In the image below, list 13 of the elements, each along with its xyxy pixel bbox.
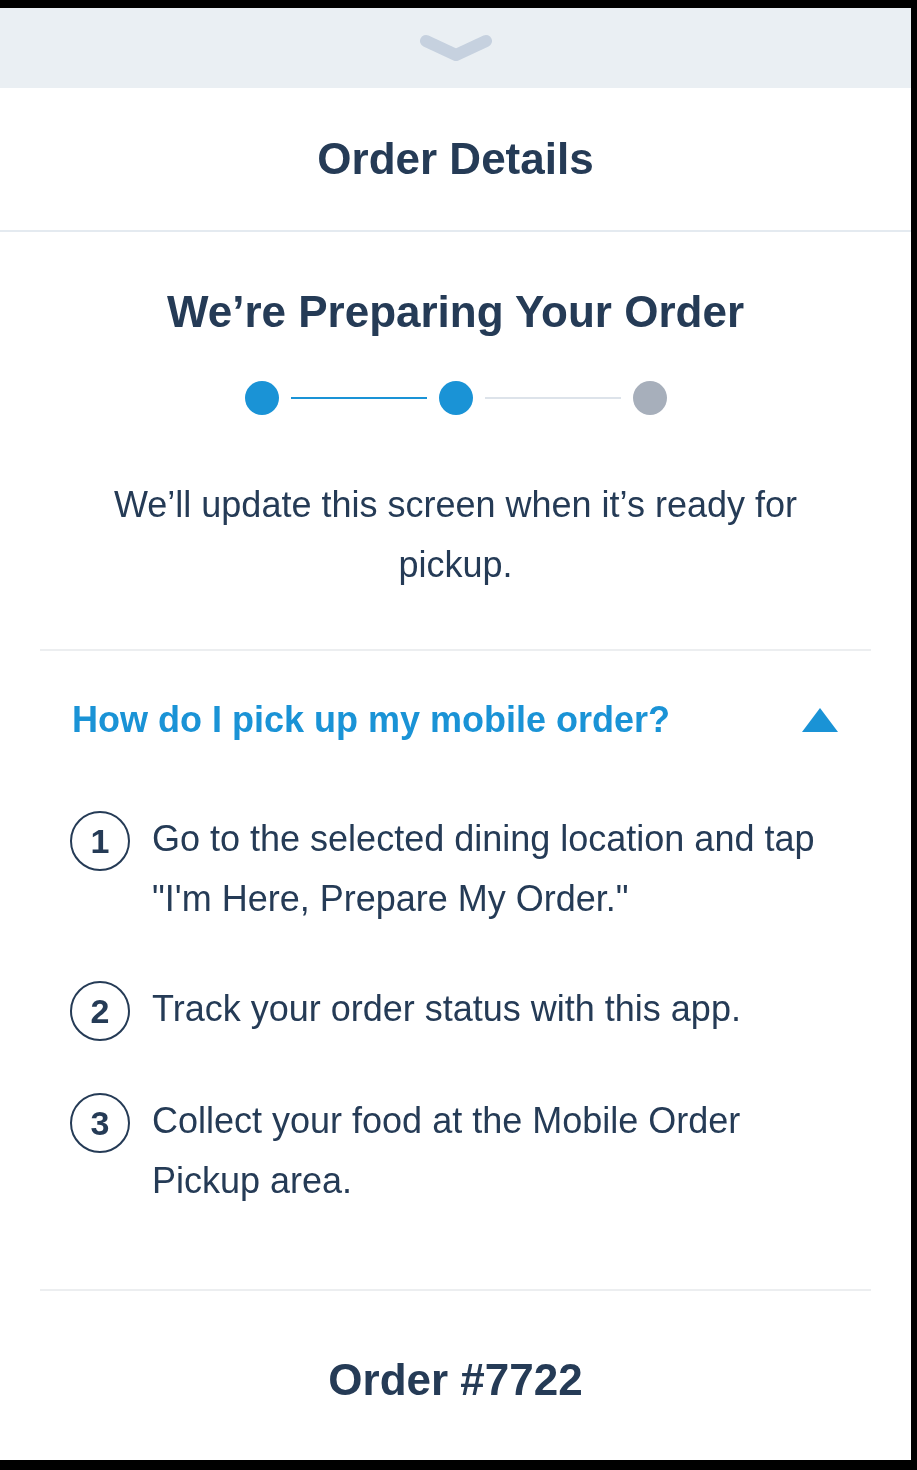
chevron-down-icon <box>419 33 492 63</box>
step-text: Collect your food at the Mobile Order Pickup area. <box>152 1099 742 1203</box>
drag-handle-bar[interactable] <box>0 8 911 88</box>
page-title: Order Details <box>317 133 594 185</box>
status-message: We’ll update this screen when it’s ready for pickup. <box>113 483 798 587</box>
faq-toggle[interactable]: How do I pick up my mobile order? <box>72 693 839 747</box>
step-text: Track your order status with this app. <box>152 987 741 1031</box>
order-number-heading: Order #7722 <box>328 1354 583 1406</box>
step-number: 2 <box>70 981 130 1041</box>
status-heading: We’re Preparing Your Order <box>166 286 745 338</box>
step-number: 3 <box>70 1093 130 1153</box>
step-number: 1 <box>70 811 130 871</box>
step-text: Go to the selected dining location and tap "I'm Here, Prepare My Order." <box>152 817 816 921</box>
